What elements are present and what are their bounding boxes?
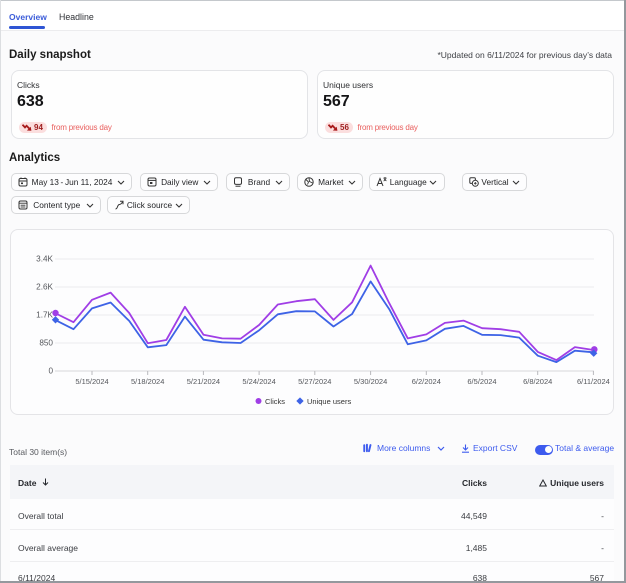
svg-text:5/21/2024: 5/21/2024 [187, 377, 220, 386]
svg-text:0: 0 [48, 367, 53, 376]
svg-text:6/2/2024: 6/2/2024 [412, 377, 441, 386]
svg-text:6/8/2024: 6/8/2024 [523, 377, 552, 386]
svg-text:5/27/2024: 5/27/2024 [298, 377, 331, 386]
svg-text:5/24/2024: 5/24/2024 [242, 377, 275, 386]
svg-text:850: 850 [39, 339, 53, 348]
svg-text:Clicks: Clicks [265, 397, 285, 406]
svg-text:Unique users: Unique users [307, 397, 351, 406]
svg-text:1.7K: 1.7K [36, 311, 53, 320]
svg-text:5/18/2024: 5/18/2024 [131, 377, 164, 386]
svg-text:6/5/2024: 6/5/2024 [467, 377, 496, 386]
svg-text:5/15/2024: 5/15/2024 [75, 377, 108, 386]
svg-text:6/11/2024: 6/11/2024 [577, 377, 610, 386]
svg-text:5/30/2024: 5/30/2024 [354, 377, 387, 386]
svg-text:3.4K: 3.4K [36, 255, 53, 264]
svg-text:2.6K: 2.6K [36, 283, 53, 292]
